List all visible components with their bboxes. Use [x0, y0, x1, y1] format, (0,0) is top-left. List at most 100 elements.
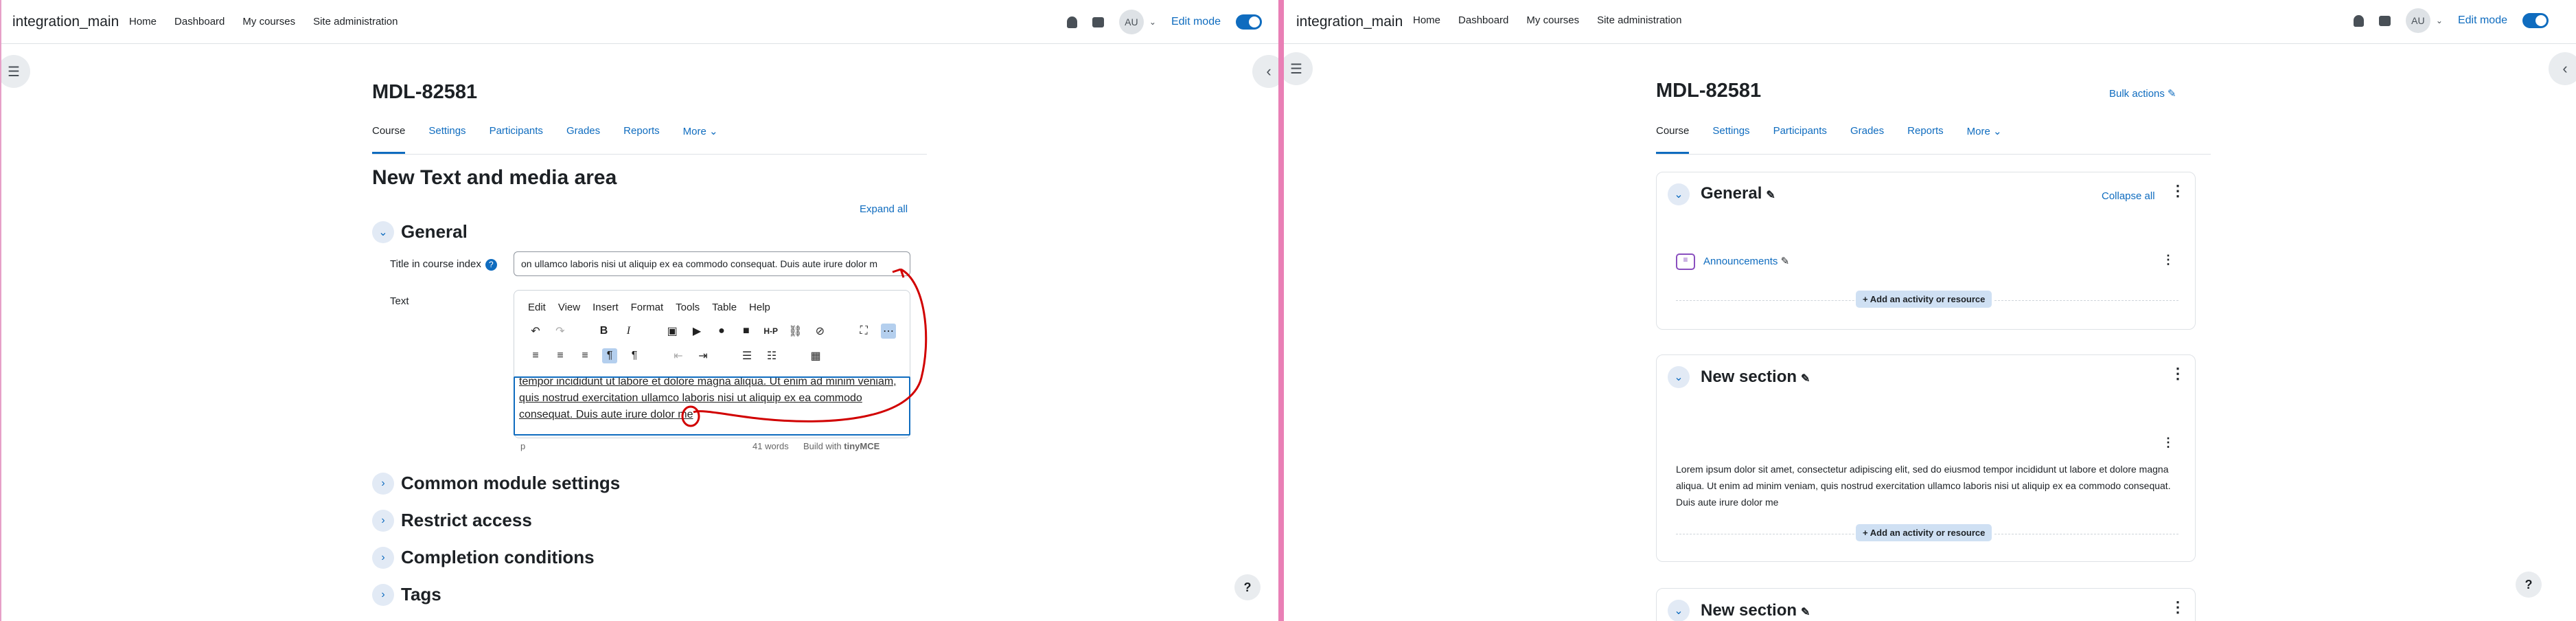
site-brand[interactable]: integration_main	[1296, 14, 1403, 30]
avatar[interactable]: AU	[2405, 8, 2430, 33]
tab-grades[interactable]: Grades	[566, 125, 600, 154]
chevron-right-icon[interactable]: ›	[372, 510, 394, 532]
help-icon[interactable]: ?	[485, 259, 497, 271]
align-left-icon[interactable]: ≡	[528, 348, 543, 363]
messages-icon[interactable]	[1092, 16, 1104, 27]
collapse-all-link[interactable]: Collapse all	[2102, 190, 2155, 202]
kebab-icon[interactable]: ⋮	[2170, 183, 2185, 199]
kebab-icon[interactable]: ⋮	[2170, 600, 2185, 615]
user-menu[interactable]: AU ⌄	[2405, 8, 2443, 33]
branding[interactable]: Build with tinyMCE	[803, 441, 879, 451]
bell-icon[interactable]	[2353, 14, 2364, 27]
nav-home[interactable]: Home	[129, 16, 157, 27]
undo-icon[interactable]: ↶	[528, 324, 543, 339]
help-icon[interactable]: ?	[2516, 572, 2542, 598]
divider	[1676, 300, 1875, 301]
primary-nav: Home Dashboard My courses Site administr…	[1413, 14, 1682, 26]
section-restrict-access[interactable]: Restrict access	[401, 510, 532, 531]
tab-course[interactable]: Course	[1656, 125, 1690, 154]
block-drawer-chevron-icon[interactable]: ‹	[1252, 55, 1278, 88]
bold-icon[interactable]: B	[597, 324, 612, 339]
chevron-down-icon[interactable]: ⌄	[1668, 366, 1690, 388]
chevron-down-icon[interactable]: ⌄	[1668, 600, 1690, 621]
rtl-icon[interactable]: ¶	[627, 348, 642, 363]
kebab-icon[interactable]: ⋮	[2170, 366, 2185, 381]
tab-reports[interactable]: Reports	[623, 125, 660, 154]
tab-participants[interactable]: Participants	[1773, 125, 1827, 154]
forum-icon: ≡	[1676, 253, 1695, 270]
menu-format[interactable]: Format	[631, 302, 664, 313]
bell-icon[interactable]	[1066, 16, 1077, 28]
course-index-icon[interactable]: ☰	[1, 55, 30, 88]
nav-my-courses[interactable]: My courses	[242, 16, 295, 27]
left-window: integration_main Home Dashboard My cours…	[0, 0, 1278, 621]
section-heading: New section ✎	[1701, 601, 1810, 620]
pencil-icon[interactable]: ✎	[1801, 607, 1810, 618]
help-icon[interactable]: ?	[1234, 574, 1261, 600]
site-brand[interactable]: integration_main	[12, 14, 119, 30]
tab-course[interactable]: Course	[372, 125, 406, 154]
nav-site-admin[interactable]: Site administration	[313, 16, 398, 27]
edit-mode-label: Edit mode	[1171, 16, 1221, 27]
nav-site-admin[interactable]: Site administration	[1597, 14, 1681, 26]
expand-all-link[interactable]: Expand all	[860, 203, 908, 215]
edit-mode-toggle[interactable]	[2522, 13, 2549, 28]
chevron-right-icon[interactable]: ›	[372, 584, 394, 606]
course-title: MDL-82581	[372, 81, 478, 103]
italic-icon[interactable]: I	[621, 324, 636, 339]
align-center-icon[interactable]: ≡	[553, 348, 568, 363]
announcements-link[interactable]: Announcements ✎	[1703, 255, 1789, 267]
user-nav: AU ⌄ Edit mode	[2353, 8, 2565, 33]
add-activity-button[interactable]: + Add an activity or resource	[1856, 524, 1992, 541]
tab-more[interactable]: More ⌄	[1967, 125, 2002, 154]
nav-my-courses[interactable]: My courses	[1526, 14, 1579, 26]
menu-insert[interactable]: Insert	[593, 302, 619, 313]
block-drawer-chevron-icon[interactable]: ‹	[2549, 52, 2576, 85]
right-window: integration_main Home Dashboard My cours…	[1284, 0, 2576, 621]
tab-reports[interactable]: Reports	[1907, 125, 1944, 154]
add-activity-button[interactable]: + Add an activity or resource	[1856, 291, 1992, 308]
word-count[interactable]: 41 words	[752, 441, 789, 451]
menu-view[interactable]: View	[558, 302, 580, 313]
course-index-icon[interactable]: ☰	[1284, 52, 1313, 85]
messages-icon[interactable]	[2378, 15, 2391, 26]
chevron-down-icon: ⌄	[1149, 17, 1156, 27]
primary-nav: Home Dashboard My courses Site administr…	[129, 16, 398, 27]
section-completion-conditions[interactable]: Completion conditions	[401, 547, 595, 568]
tab-settings[interactable]: Settings	[428, 125, 465, 154]
text-field-label: Text	[390, 295, 409, 307]
pencil-icon[interactable]: ✎	[1781, 256, 1790, 267]
nav-dashboard[interactable]: Dashboard	[174, 16, 225, 27]
avatar[interactable]: AU	[1118, 10, 1144, 34]
tab-participants[interactable]: Participants	[490, 125, 543, 154]
user-nav: AU ⌄ Edit mode	[1066, 10, 1278, 34]
pencil-icon[interactable]: ✎	[1766, 190, 1775, 201]
ltr-icon[interactable]: ¶	[602, 348, 617, 363]
chevron-right-icon[interactable]: ›	[372, 473, 394, 495]
redo-icon[interactable]: ↷	[553, 324, 568, 339]
edit-mode-toggle[interactable]	[1236, 14, 1262, 30]
section-common-module-settings[interactable]: Common module settings	[401, 473, 620, 494]
user-menu[interactable]: AU ⌄	[1118, 10, 1156, 34]
bulk-actions-link[interactable]: Bulk actions ✎	[2109, 87, 2176, 100]
nav-dashboard[interactable]: Dashboard	[1458, 14, 1508, 26]
red-annotation-arrow	[681, 268, 928, 427]
edit-mode-label: Edit mode	[2457, 14, 2507, 26]
chevron-right-icon[interactable]: ›	[372, 547, 394, 569]
image-icon[interactable]: ▣	[665, 324, 680, 339]
section-heading: New section ✎	[1701, 368, 1810, 386]
kebab-icon[interactable]: ⋮	[2162, 253, 2174, 266]
menu-edit[interactable]: Edit	[528, 302, 546, 313]
tab-settings[interactable]: Settings	[1712, 125, 1749, 154]
tab-more[interactable]: More ⌄	[683, 125, 718, 154]
tab-grades[interactable]: Grades	[1850, 125, 1884, 154]
chevron-down-icon[interactable]: ⌄	[372, 221, 394, 243]
section-tags[interactable]: Tags	[401, 584, 441, 605]
nav-home[interactable]: Home	[1413, 14, 1440, 26]
section-general: ⌄ General ✎ Collapse all ⋮ ≡ Announcement…	[1656, 172, 2196, 330]
chevron-down-icon[interactable]: ⌄	[1668, 183, 1690, 205]
align-right-icon[interactable]: ≡	[577, 348, 593, 363]
general-heading: General ✎	[1701, 184, 1775, 203]
kebab-icon[interactable]: ⋮	[2162, 436, 2174, 449]
pencil-icon[interactable]: ✎	[1801, 373, 1810, 385]
